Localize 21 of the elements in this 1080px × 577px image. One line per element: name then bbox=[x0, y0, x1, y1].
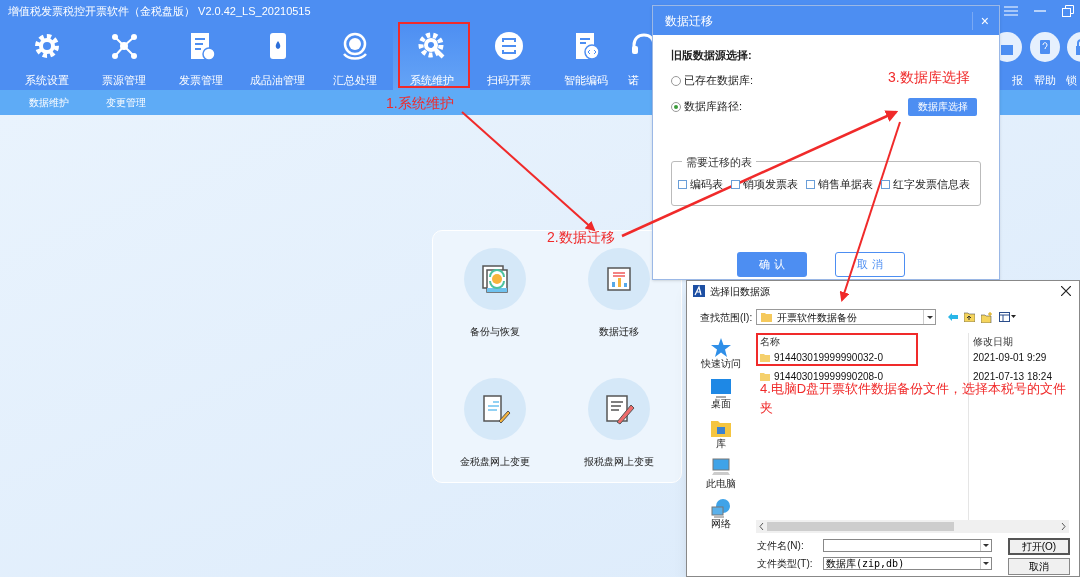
annotation-label: 2.数据迁移 bbox=[547, 229, 615, 245]
date-cell-text: 2021-09-01 9:29 bbox=[973, 351, 1048, 365]
window-title: 增值税发票税控开票软件（金税盘版） V2.0.42_LS_20210515 bbox=[8, 3, 311, 19]
option-label: 已存在数据库: bbox=[684, 73, 754, 89]
filetype-value: 数据库(zip,db) bbox=[826, 557, 906, 571]
look-in-value: 开票软件数据备份 bbox=[777, 310, 858, 325]
option-label: 数据库路径: bbox=[684, 99, 743, 115]
checkbox-label: 编码表 bbox=[690, 177, 723, 192]
annotation-label: 1.系统维护 bbox=[386, 94, 454, 113]
checkbox-label: 红字发票信息表 bbox=[893, 177, 970, 192]
date-cell-text: 2021-07-13 18:24 bbox=[973, 370, 1053, 382]
annotation-label: 3.数据库选择 bbox=[888, 68, 970, 87]
filetype-label: 文件类型(T): bbox=[757, 557, 814, 571]
dialog-title: 选择旧数据源 bbox=[710, 284, 770, 299]
group-legend: 需要迁移的表 bbox=[682, 153, 756, 170]
checkbox-label: 销售单据表 bbox=[818, 177, 873, 192]
section-label: 旧版数据源选择: bbox=[671, 48, 753, 63]
look-in-label: 查找范围(I): bbox=[700, 310, 754, 325]
filename-label: 文件名(N): bbox=[757, 539, 805, 553]
annotation-label: 4.电脑D盘开票软件数据备份文件，选择本税号的文件夹 bbox=[760, 380, 1068, 417]
dialog-title: 数据迁移 bbox=[665, 12, 713, 30]
